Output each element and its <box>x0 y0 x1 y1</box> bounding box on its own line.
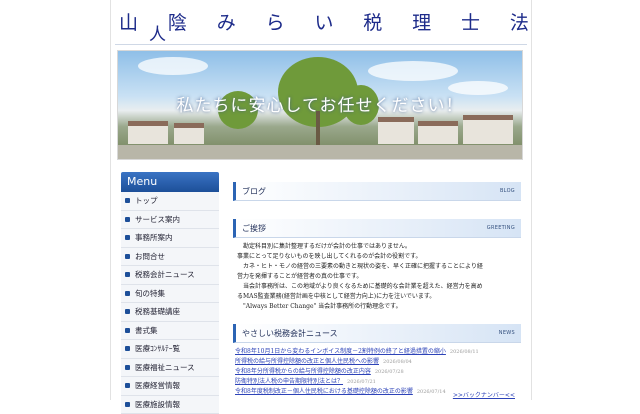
site-title-char: 陰 <box>168 8 187 35</box>
greeting-line: 事業にとって足りないものを映し出してくれるのが会計の役割です。 <box>237 252 517 262</box>
menu-item-label: お問合せ <box>135 248 165 266</box>
menu-item-top[interactable]: トップ <box>121 192 219 211</box>
news-link[interactable]: 令和8年度税制改正－個人住民税における基礎控除額の改正の影響 <box>235 388 413 395</box>
menu-item-label: 税務基礎講座 <box>135 303 180 321</box>
main-content: ブログ BLOG ご挨拶 GREETING 勘定科目別に集計整理するだけが会計の… <box>233 182 521 397</box>
menu-item-label: 医療ｺﾝｻﾙﾃｰ覧 <box>135 340 180 358</box>
news-date: 2026/07/28 <box>375 369 404 375</box>
greeting-line: 営力を発揮することが経営者の真の仕事です。 <box>237 272 517 282</box>
sidebar-menu: Menu トップ サービス案内 事務所案内 お問合せ 税務会計ニュース 旬の特集… <box>121 172 219 414</box>
greeting-line: カネ・ヒト・モノの経営の三要素の動きと現状の姿を、早く正確に把握することにより経 <box>237 262 517 272</box>
menu-item-label: 医療施設情報 <box>135 396 180 414</box>
menu-item-label: 事務所案内 <box>135 229 173 247</box>
menu-item-label: 医療福祉ニュース <box>135 359 195 377</box>
bullet-icon <box>125 328 130 333</box>
section-header-news: やさしい税務会計ニュース NEWS <box>233 324 521 343</box>
site-title-overlay-char: 人 <box>149 20 166 45</box>
bullet-icon <box>125 309 130 314</box>
news-link[interactable]: 令和8年10月1日から変わるインボイス制度－2割特例の終了と経過措置の縮小 <box>235 348 446 355</box>
menu-heading: Menu <box>121 172 219 192</box>
page-container: 山 陰 み ら い 税 理 士 法 人 私たちに安心してお任せください！ Men… <box>110 0 532 400</box>
greeting-line: 勘定科目別に集計整理するだけが会計の仕事ではありません。 <box>237 242 517 252</box>
section-subtitle: NEWS <box>499 330 515 336</box>
menu-item-label: サービス案内 <box>135 211 180 229</box>
bullet-icon <box>125 217 130 222</box>
bullet-icon <box>125 365 130 370</box>
menu-item-office[interactable]: 事務所案内 <box>121 229 219 248</box>
title-divider <box>115 44 527 45</box>
section-header-blog[interactable]: ブログ BLOG <box>233 182 521 201</box>
section-header-greeting: ご挨拶 GREETING <box>233 219 521 238</box>
greeting-text: 勘定科目別に集計整理するだけが会計の仕事ではありません。 事業にとって足りないも… <box>237 242 517 312</box>
greeting-line: "Always Better Change" 当会計事務所の行動理念です。 <box>237 302 517 312</box>
news-date: 2026/08/04 <box>383 359 412 365</box>
greeting-line: るMAS監査業務(経営計画を中核として経営力向上)に力を注いでいます。 <box>237 292 517 302</box>
news-date: 2026/07/21 <box>347 379 376 385</box>
news-item: 所得税の給与所得控除額の改正と個人住民税への影響 2026/08/04 <box>235 357 519 367</box>
menu-item-label: トップ <box>135 192 158 210</box>
menu-item-forms[interactable]: 書式集 <box>121 322 219 341</box>
menu-item-label: 税務会計ニュース <box>135 266 195 284</box>
menu-item-feature[interactable]: 旬の特集 <box>121 285 219 304</box>
bullet-icon <box>125 235 130 240</box>
site-title-char: 法 <box>510 8 529 35</box>
news-link[interactable]: 令和8年分所得税からの給与所得控除額の改正内容 <box>235 368 371 375</box>
section-title: やさしい税務会計ニュース <box>242 328 338 339</box>
greeting-line: 当会計事務所は、この地域がより良くなるために基礎的な会計業を超えた、経営力を高め <box>237 282 517 292</box>
menu-item-tax-news[interactable]: 税務会計ニュース <box>121 266 219 285</box>
section-title: ご挨拶 <box>242 223 266 234</box>
section-title: ブログ <box>242 186 266 197</box>
site-title[interactable]: 山 陰 み ら い 税 理 士 法 <box>119 8 529 42</box>
site-title-char: 税 <box>363 8 382 35</box>
menu-item-tax-basics[interactable]: 税務基礎講座 <box>121 303 219 322</box>
menu-item-label: 書式集 <box>135 322 158 340</box>
bullet-icon <box>125 402 130 407</box>
hero-banner: 私たちに安心してお任せください！ <box>117 50 523 160</box>
menu-item-label: 旬の特集 <box>135 285 165 303</box>
menu-item-services[interactable]: サービス案内 <box>121 211 219 230</box>
site-title-char: 士 <box>461 8 480 35</box>
section-subtitle: BLOG <box>500 188 515 194</box>
news-link[interactable]: 防衛特別法人税の申告期限特別法とは？ <box>235 378 343 385</box>
site-title-char: み <box>217 8 236 35</box>
news-link[interactable]: 所得税の給与所得控除額の改正と個人住民税への影響 <box>235 358 379 365</box>
menu-item-medical-management[interactable]: 医療経営情報 <box>121 377 219 396</box>
news-date: 2026/08/11 <box>450 349 479 355</box>
site-title-char: い <box>314 8 333 35</box>
hero-tagline: 私たちに安心してお任せください！ <box>118 91 522 116</box>
bullet-icon <box>125 272 130 277</box>
news-item: 令和8年分所得税からの給与所得控除額の改正内容 2026/07/28 <box>235 367 519 377</box>
bullet-icon <box>125 291 130 296</box>
menu-item-contact[interactable]: お問合せ <box>121 248 219 267</box>
news-backnumber-link[interactable]: >>バックナンバー<< <box>453 390 515 399</box>
menu-item-medical-consult[interactable]: 医療ｺﾝｻﾙﾃｰ覧 <box>121 340 219 359</box>
bullet-icon <box>125 198 130 203</box>
news-item: 防衛特別法人税の申告期限特別法とは？ 2026/07/21 <box>235 377 519 387</box>
bullet-icon <box>125 254 130 259</box>
site-title-char: 山 <box>119 8 138 35</box>
site-title-char: 理 <box>412 8 431 35</box>
menu-item-medical-facility[interactable]: 医療施設情報 <box>121 396 219 414</box>
bullet-icon <box>125 346 130 351</box>
menu-item-medical-news[interactable]: 医療福祉ニュース <box>121 359 219 378</box>
menu-item-label: 医療経営情報 <box>135 377 180 395</box>
news-item: 令和8年10月1日から変わるインボイス制度－2割特例の終了と経過措置の縮小 202… <box>235 347 519 357</box>
news-date: 2026/07/14 <box>417 389 446 395</box>
site-title-char: ら <box>266 8 285 35</box>
bullet-icon <box>125 383 130 388</box>
section-subtitle: GREETING <box>487 225 515 231</box>
